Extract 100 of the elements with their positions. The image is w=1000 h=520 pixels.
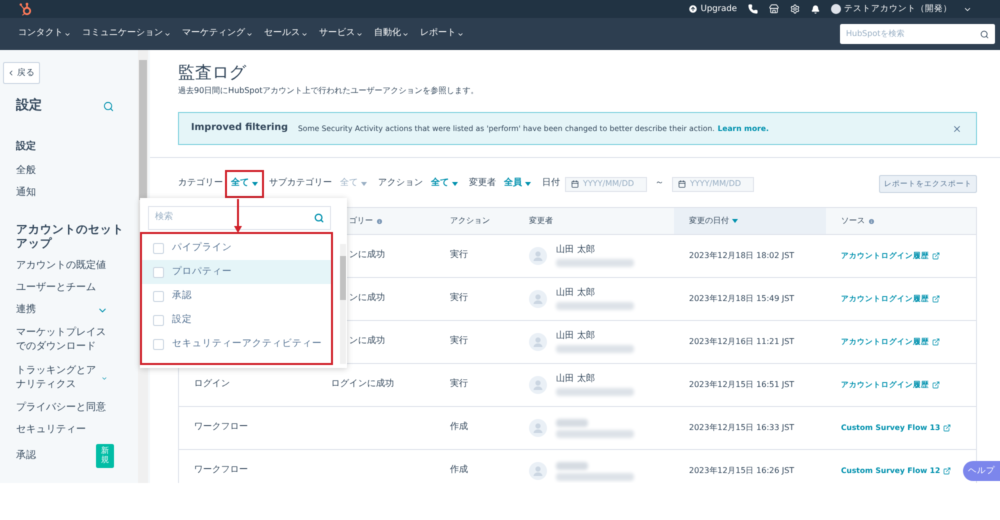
checkbox[interactable]	[153, 242, 164, 254]
sidebar-item[interactable]: トラッキングとアナリティクス	[0, 359, 138, 397]
table-cell-text: 実行	[450, 378, 468, 392]
table-cell: 2023年12月15日 16:26 JST	[689, 465, 794, 477]
sidebar-item[interactable]: ユーザーとチーム	[0, 277, 138, 299]
nav-menu-item[interactable]: コンタクト	[18, 27, 71, 41]
search-icon	[314, 213, 324, 223]
dropdown-option[interactable]: プロパティー	[142, 260, 331, 284]
sidebar-item[interactable]: 承認 新規	[0, 441, 138, 471]
table-cell: 2023年12月15日 16:51 JST	[689, 379, 794, 391]
column-header[interactable]: ゴリー	[349, 215, 373, 227]
nav-menu-item[interactable]: サービス	[319, 27, 363, 41]
table-cell: 2023年12月15日 16:33 JST	[689, 422, 794, 434]
avatar-icon	[529, 290, 547, 308]
column-header[interactable]: ソース	[841, 215, 865, 227]
date-input[interactable]: YYYY/MM/DD	[583, 178, 641, 190]
sidebar-title: 設定	[16, 96, 42, 116]
user-name: 山田 太郎	[556, 245, 596, 256]
table-cell-text: ワークフロー	[194, 421, 248, 434]
caret-icon	[525, 182, 531, 186]
filter-label: サブカテゴリー	[269, 177, 332, 190]
settings-icon[interactable]	[790, 4, 800, 14]
caret-icon	[361, 182, 367, 186]
sprocket-logo[interactable]	[19, 2, 33, 16]
caret-icon	[732, 219, 738, 223]
avatar-icon	[529, 419, 547, 437]
table-cell-text: 作成	[450, 421, 468, 434]
chevron-down-icon	[356, 30, 363, 38]
table-cell-text: ログインに成功	[331, 378, 394, 392]
nav-menu-item[interactable]: セールス	[264, 27, 308, 41]
table-cell-text: ログイン	[194, 378, 230, 392]
checkbox[interactable]	[153, 266, 164, 278]
date-field[interactable]: YYYY/MM/DD	[672, 176, 754, 192]
nav-menu-item[interactable]: 自動化	[374, 27, 409, 41]
caret-icon	[452, 182, 458, 186]
close-icon[interactable]	[952, 124, 962, 134]
chevron-down-icon	[64, 30, 71, 38]
chevron-down-icon	[301, 30, 308, 38]
filter-label: 日付	[542, 177, 560, 190]
table-cell-text: ンに成功	[349, 249, 385, 262]
avatar-icon	[529, 462, 547, 480]
column-header[interactable]: アクション	[450, 215, 490, 227]
sidebar-item[interactable]: プライバシーと同意	[0, 397, 138, 419]
date-input[interactable]: YYYY/MM/DD	[690, 178, 748, 190]
column-header[interactable]: 変更者	[529, 215, 553, 227]
table-cell-text: 作成	[450, 464, 468, 478]
table-cell-text: 実行	[450, 292, 468, 306]
chevron-down-icon	[402, 30, 409, 38]
dropdown-search-field[interactable]: 検索	[148, 206, 331, 230]
search-input[interactable]: 検索	[155, 211, 314, 225]
search-input[interactable]: HubSpotを検索	[846, 28, 980, 40]
sidebar-item[interactable]: 通知	[0, 182, 138, 204]
upgrade-icon	[688, 4, 698, 14]
table-cell-text: 実行	[450, 249, 468, 262]
dropdown-option[interactable]: パイプライン	[142, 236, 331, 260]
search-icon	[980, 30, 989, 38]
user-name: 山田 太郎	[556, 331, 596, 342]
sidebar-item[interactable]: アカウントの既定値	[0, 255, 138, 277]
checkbox[interactable]	[153, 290, 164, 302]
avatar-icon	[529, 333, 547, 351]
upgrade-button[interactable]: Upgrade	[688, 2, 737, 16]
search-icon[interactable]	[103, 100, 114, 112]
filter-label: アクション	[378, 177, 423, 190]
section-heading: アカウントのセットアップ	[15, 222, 125, 250]
sidebar-item[interactable]: セキュリティー	[0, 419, 138, 441]
table-cell-text: 実行	[450, 335, 468, 348]
page-title: 監査ログ	[178, 62, 248, 84]
date-field[interactable]: YYYY/MM/DD	[565, 176, 647, 192]
dropdown-option[interactable]: 設定	[142, 308, 331, 332]
scrollbar[interactable]	[340, 244, 346, 364]
checkbox[interactable]	[153, 338, 164, 350]
chevron-left-icon	[7, 69, 15, 77]
filter-select[interactable]: 全員	[504, 177, 531, 191]
dropdown-option[interactable]: 承認	[142, 284, 331, 308]
page-subtitle: 過去90日間にHubSpotアカウント上で行われたユーザーアクションを参照します。	[178, 85, 480, 97]
back-button[interactable]: 戻る	[3, 62, 40, 84]
phone-icon[interactable]	[748, 4, 758, 14]
store-icon[interactable]	[769, 4, 779, 14]
date-separator: ～	[655, 177, 664, 190]
info-icon	[868, 218, 875, 224]
bell-icon[interactable]	[811, 4, 820, 14]
dropdown-option[interactable]: セキュリティーアクティビティー	[142, 332, 331, 356]
blurred-text	[556, 418, 588, 426]
sidebar-item[interactable]: 連携	[0, 299, 138, 321]
calendar-icon	[571, 180, 579, 188]
nav-menu-item[interactable]: コミュニケーション	[82, 27, 171, 41]
avatar-icon	[529, 376, 547, 394]
checkbox[interactable]	[153, 314, 164, 326]
account-menu[interactable]: テストアカウント（開発）	[831, 2, 972, 16]
external-link-icon	[932, 381, 940, 389]
nav-menu-item[interactable]: マーケティング	[182, 27, 253, 41]
new-badge: 新規	[96, 444, 114, 468]
sidebar-item[interactable]: 全般	[0, 160, 138, 182]
global-search-field[interactable]: HubSpotを検索	[840, 24, 995, 44]
filter-select[interactable]: 全て	[231, 177, 258, 191]
filter-select[interactable]: 全て	[431, 177, 458, 191]
sidebar-item[interactable]: マーケットプレイスでのダウンロード	[0, 321, 138, 359]
column-header[interactable]: 変更の日付	[689, 215, 729, 227]
nav-menu-item[interactable]: レポート	[420, 27, 464, 41]
user-name: 山田 太郎	[556, 288, 596, 299]
